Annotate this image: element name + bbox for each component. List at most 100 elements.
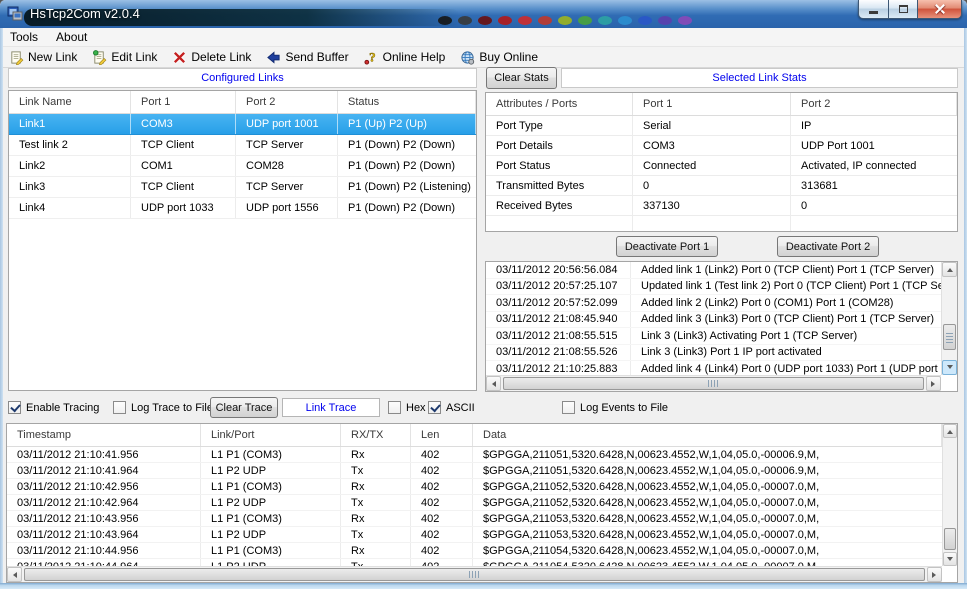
table-cell: Link2 (9, 156, 131, 176)
table-row[interactable]: Received Bytes3371300 (486, 196, 957, 216)
table-row[interactable]: 03/11/2012 21:10:44.956L1 P1 (COM3)Rx402… (7, 543, 942, 559)
desktop-dot (658, 16, 672, 25)
table-row[interactable]: 03/11/2012 21:10:43.964L1 P2 UDPTx402$GP… (7, 527, 942, 543)
trace-horizontal-scrollbar[interactable] (7, 566, 942, 582)
scroll-right-button[interactable] (927, 567, 942, 582)
deactivate-port2-button[interactable]: Deactivate Port 2 (777, 236, 879, 257)
desktop-dot (498, 16, 512, 25)
table-cell: IP (791, 116, 957, 135)
scroll-thumb[interactable] (24, 568, 925, 581)
table-row[interactable]: 03/11/2012 21:10:41.964L1 P2 UDPTx402$GP… (7, 463, 942, 479)
column-header[interactable]: Len (411, 424, 473, 446)
column-header[interactable]: Port 1 (633, 93, 791, 115)
scroll-right-button[interactable] (926, 376, 941, 391)
table-cell: 402 (411, 447, 473, 462)
send-buffer-button[interactable]: Send Buffer (260, 49, 354, 66)
desktop-dot (518, 16, 532, 25)
table-row[interactable]: 03/11/2012 20:57:25.107Updated link 1 (T… (486, 279, 941, 296)
column-header[interactable]: Link Name (9, 91, 131, 113)
table-row[interactable]: Port StatusConnectedActivated, IP connec… (486, 156, 957, 176)
table-cell: TCP Server (236, 135, 338, 155)
column-header[interactable]: Attributes / Ports (486, 93, 633, 115)
column-header[interactable]: Status (338, 91, 476, 113)
table-row[interactable]: 03/11/2012 21:08:55.515Link 3 (Link3) Ac… (486, 328, 941, 345)
scroll-left-button[interactable] (486, 376, 501, 391)
event-log-horizontal-scrollbar[interactable] (486, 375, 941, 391)
delete-link-button[interactable]: Delete Link (166, 49, 257, 66)
menu-about[interactable]: About (48, 29, 95, 45)
table-cell: 402 (411, 495, 473, 510)
table-cell: L1 P1 (COM3) (201, 543, 341, 558)
hex-checkbox[interactable]: Hex (388, 401, 426, 414)
table-row[interactable]: Transmitted Bytes0313681 (486, 176, 957, 196)
table-row[interactable]: Port TypeSerialIP (486, 116, 957, 136)
scroll-thumb[interactable] (503, 377, 924, 390)
application-window: HsTcp2Com v2.0.4 Tools About New Link Ed… (0, 0, 967, 589)
table-row[interactable]: 03/11/2012 21:08:45.940Added link 3 (Lin… (486, 312, 941, 329)
clear-stats-button[interactable]: Clear Stats (486, 67, 557, 89)
window-border-bottom (0, 583, 967, 589)
trace-vertical-scrollbar[interactable] (942, 424, 957, 566)
table-row[interactable]: 03/11/2012 21:10:42.956L1 P1 (COM3)Rx402… (7, 479, 942, 495)
column-header[interactable]: Data (473, 424, 942, 446)
event-log-vertical-scrollbar[interactable] (941, 262, 957, 375)
arrow-left-icon (10, 572, 17, 578)
column-header[interactable]: Port 1 (131, 91, 236, 113)
table-row[interactable]: 03/11/2012 20:57:52.099Added link 2 (Lin… (486, 295, 941, 312)
desktop-dot (638, 16, 652, 25)
checkbox-label: Hex (406, 402, 426, 414)
table-row[interactable]: Link4UDP port 1033UDP port 1556P1 (Down)… (9, 198, 476, 219)
table-row[interactable]: 03/11/2012 20:56:56.084Added link 1 (Lin… (486, 262, 941, 279)
table-row[interactable]: Link2COM1COM28P1 (Down) P2 (Down) (9, 156, 476, 177)
log-trace-to-file-checkbox[interactable]: Log Trace to File (113, 401, 213, 414)
table-row[interactable]: 03/11/2012 21:10:42.964L1 P2 UDPTx402$GP… (7, 495, 942, 511)
column-header[interactable]: RX/TX (341, 424, 411, 446)
buy-online-button[interactable]: Buy Online (454, 49, 544, 66)
table-row[interactable]: 03/11/2012 21:08:55.526Link 3 (Link3) Po… (486, 345, 941, 362)
clear-trace-button[interactable]: Clear Trace (210, 397, 278, 418)
scroll-up-button[interactable] (943, 424, 957, 438)
table-row[interactable]: 03/11/2012 21:10:44.964L1 P2 UDPTx402$GP… (7, 559, 942, 566)
edit-link-button[interactable]: Edit Link (86, 49, 163, 66)
new-link-button[interactable]: New Link (3, 49, 83, 66)
table-cell: L1 P1 (COM3) (201, 479, 341, 494)
table-row[interactable]: Test link 2TCP ClientTCP ServerP1 (Down)… (9, 135, 476, 156)
menu-tools[interactable]: Tools (2, 29, 46, 45)
online-help-icon: ? (364, 50, 379, 65)
table-row[interactable]: Link1COM3UDP port 1001P1 (Up) P2 (Up) (9, 114, 476, 135)
table-row[interactable]: 03/11/2012 21:10:25.883Added link 4 (Lin… (486, 361, 941, 375)
deactivate-port1-button[interactable]: Deactivate Port 1 (616, 236, 718, 257)
minimize-button[interactable] (858, 0, 888, 19)
table-row[interactable]: Port DetailsCOM3UDP Port 1001 (486, 136, 957, 156)
scroll-down-button[interactable] (942, 360, 957, 375)
scroll-left-button[interactable] (7, 567, 22, 582)
scroll-down-button[interactable] (943, 552, 957, 566)
scroll-up-button[interactable] (942, 262, 957, 277)
online-help-button[interactable]: ? Online Help (358, 49, 452, 66)
selected-link-stats-title: Selected Link Stats (561, 68, 958, 88)
column-header[interactable]: Link/Port (201, 424, 341, 446)
column-header[interactable]: Timestamp (7, 424, 201, 446)
column-header[interactable]: Port 2 (236, 91, 338, 113)
log-events-to-file-checkbox[interactable]: Log Events to File (562, 401, 668, 414)
checkbox-label: Log Trace to File (131, 402, 213, 414)
table-row[interactable] (486, 216, 957, 232)
ascii-checkbox[interactable]: ASCII (428, 401, 475, 414)
configured-links-table: Link NamePort 1Port 2Status Link1COM3UDP… (8, 90, 477, 391)
close-button[interactable] (918, 0, 962, 19)
scroll-thumb[interactable] (944, 528, 956, 550)
table-row[interactable]: 03/11/2012 21:10:43.956L1 P1 (COM3)Rx402… (7, 511, 942, 527)
enable-tracing-checkbox[interactable]: Enable Tracing (8, 401, 99, 414)
link-stats-header: Attributes / PortsPort 1Port 2 (486, 93, 957, 116)
table-cell: Rx (341, 543, 411, 558)
maximize-button[interactable] (888, 0, 918, 19)
buy-online-icon (460, 50, 475, 65)
table-row[interactable]: 03/11/2012 21:10:41.956L1 P1 (COM3)Rx402… (7, 447, 942, 463)
column-header[interactable]: Port 2 (791, 93, 957, 115)
scroll-thumb[interactable] (943, 324, 956, 350)
table-cell: 402 (411, 527, 473, 542)
table-cell: $GPGGA,211051,5320.6428,N,00623.4552,W,1… (473, 463, 942, 478)
table-cell: P1 (Up) P2 (Up) (338, 114, 476, 134)
table-cell: 03/11/2012 21:08:55.526 (486, 345, 631, 361)
table-row[interactable]: Link3TCP ClientTCP ServerP1 (Down) P2 (L… (9, 177, 476, 198)
